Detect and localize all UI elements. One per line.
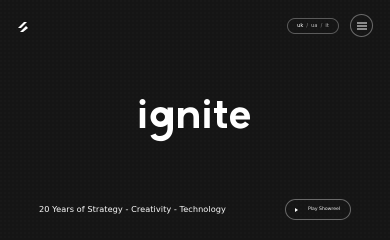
- menu-button[interactable]: [350, 14, 373, 37]
- brand-text: ignite: [253, 88, 254, 89]
- play-showreel-label: Play Showreel: [308, 207, 341, 212]
- logo-mark-icon[interactable]: [16, 19, 30, 33]
- language-separator: /: [306, 23, 309, 29]
- hamburger-icon: [356, 22, 367, 29]
- language-separator: /: [320, 23, 323, 29]
- hero-page: uk / ua / it 20 Years of Strategy - Crea…: [0, 0, 390, 240]
- hero-tagline: 20 Years of Strategy - Creativity - Tech…: [39, 204, 226, 214]
- language-option-it[interactable]: it: [325, 23, 329, 29]
- play-showreel-button[interactable]: Play Showreel: [285, 199, 351, 220]
- language-option-ua[interactable]: ua: [311, 23, 317, 29]
- language-option-uk[interactable]: uk: [297, 23, 303, 29]
- language-switcher: uk / ua / it: [287, 18, 339, 34]
- brand-logo: [139, 99, 250, 142]
- play-icon: [295, 207, 298, 212]
- brand-wordmark: ignite: [0, 88, 390, 146]
